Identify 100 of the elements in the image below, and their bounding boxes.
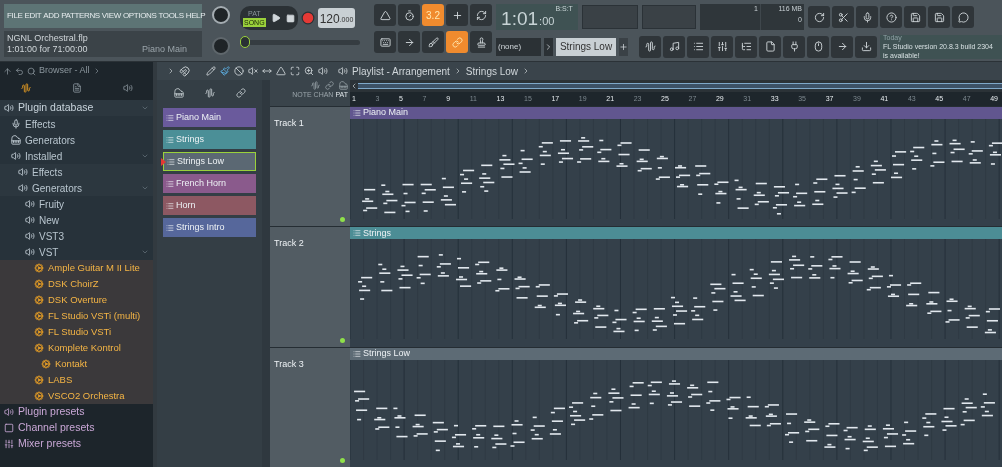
waveform-icon[interactable] <box>204 87 215 98</box>
plus-icon[interactable] <box>619 37 628 56</box>
stop-icon[interactable] <box>285 13 295 23</box>
pattern-item[interactable]: Strings <box>163 130 256 149</box>
pattern-item[interactable]: Horn <box>163 196 256 215</box>
export-button[interactable] <box>928 6 950 29</box>
pattern-item[interactable]: Piano Main <box>163 108 256 127</box>
vertical-scrollbar[interactable] <box>262 80 270 467</box>
paint-icon[interactable] <box>220 66 230 76</box>
track-led-icon[interactable] <box>340 217 345 223</box>
track-header[interactable]: Track 2 <box>270 227 350 347</box>
channel-rack-button[interactable] <box>687 35 709 58</box>
record-icon[interactable] <box>300 11 315 25</box>
arrow-button[interactable] <box>831 35 853 58</box>
slide-button[interactable] <box>422 31 444 53</box>
tree-item[interactable]: Plugin database <box>0 100 153 116</box>
menu-item[interactable]: EDIT <box>24 10 42 22</box>
clip-header[interactable]: Strings Low <box>350 347 1002 360</box>
wait-button[interactable] <box>398 4 420 26</box>
menu-item[interactable]: PATTERNS <box>61 10 100 22</box>
chevron-icon[interactable] <box>167 67 175 75</box>
track-header[interactable]: Track 1 <box>270 107 350 227</box>
clip-header[interactable]: Piano Main <box>350 107 1002 119</box>
back-icon[interactable] <box>15 66 24 76</box>
mixer-button[interactable] <box>711 35 733 58</box>
chat-button[interactable] <box>952 6 974 29</box>
help-button[interactable] <box>880 6 902 29</box>
link-icon[interactable] <box>235 87 246 98</box>
tree-item[interactable]: VST3 <box>0 228 153 244</box>
piano-roll-button[interactable] <box>663 35 685 58</box>
tree-item[interactable]: FL Studio VSTi (multi) <box>0 308 153 324</box>
position-slider[interactable] <box>240 36 360 48</box>
tree-item[interactable]: VSCO2 Orchestra <box>0 388 153 404</box>
menu-item[interactable]: VIEW <box>101 10 121 22</box>
clip-header[interactable]: Strings <box>350 227 1002 240</box>
channel-selector[interactable]: (none) <box>496 37 541 56</box>
tree-item[interactable]: Effects <box>0 164 153 180</box>
menu-item[interactable]: OPTIONS <box>122 10 157 22</box>
loop-record-button[interactable] <box>470 4 492 26</box>
scroll-left-icon[interactable] <box>350 82 358 90</box>
tree-item[interactable]: Effects <box>0 116 153 132</box>
tree-item[interactable]: Generators <box>0 180 153 196</box>
tree-item[interactable]: DSK ChoirZ <box>0 276 153 292</box>
play-icon[interactable] <box>270 13 281 23</box>
keyboard-icon[interactable] <box>339 81 348 90</box>
pencil-icon[interactable] <box>206 66 216 76</box>
tree-item[interactable]: DSK Overture <box>0 292 153 308</box>
pattern-selector[interactable]: Strings Low <box>556 37 616 56</box>
slice-icon[interactable] <box>276 66 286 76</box>
track-led-icon[interactable] <box>340 337 345 343</box>
mouse-button[interactable] <box>807 35 829 58</box>
save-button[interactable] <box>904 6 926 29</box>
zoom-icon[interactable] <box>304 66 314 76</box>
menu-item[interactable]: FILE <box>7 10 23 22</box>
file-button[interactable] <box>759 35 781 58</box>
speaker-icon[interactable] <box>338 66 348 76</box>
pattern-item[interactable]: Strings Intro <box>163 218 256 237</box>
blend-button[interactable] <box>446 4 468 26</box>
select-icon[interactable] <box>290 66 300 76</box>
mute-icon[interactable] <box>248 66 258 76</box>
tree-item[interactable]: Generators <box>0 132 153 148</box>
microphone-button[interactable] <box>856 6 878 29</box>
pitch-knob[interactable] <box>212 36 230 55</box>
tree-item[interactable]: Installed <box>0 148 153 164</box>
menu-item[interactable]: HELP <box>185 10 206 22</box>
magnet-icon[interactable] <box>179 65 190 77</box>
overview-scrollbar[interactable] <box>358 83 1002 89</box>
plugin-button[interactable] <box>783 35 805 58</box>
playback-icon[interactable] <box>318 66 328 76</box>
step-button[interactable] <box>398 31 420 53</box>
speaker-icon[interactable] <box>122 83 133 93</box>
waveform-icon[interactable] <box>311 81 320 90</box>
track-led-icon[interactable] <box>340 458 345 463</box>
delete-icon[interactable] <box>234 66 244 76</box>
tree-item[interactable]: New <box>0 212 153 228</box>
tree-item[interactable]: Kontakt <box>0 356 153 372</box>
tree-item[interactable]: VST <box>0 244 153 260</box>
stamp-button[interactable] <box>470 31 492 53</box>
playlist-button[interactable] <box>639 35 661 58</box>
menu-item[interactable]: TOOLS <box>158 10 184 22</box>
chevron-icon[interactable] <box>544 37 553 56</box>
pattern-item[interactable]: Strings Low <box>163 152 256 171</box>
tree-item[interactable]: FL Studio VSTi <box>0 324 153 340</box>
search-icon[interactable] <box>27 66 36 76</box>
keyboard-icon[interactable] <box>173 87 184 98</box>
tree-item[interactable]: Komplete Kontrol <box>0 340 153 356</box>
cut-button[interactable] <box>832 6 854 29</box>
menu-item[interactable]: ADD <box>43 10 60 22</box>
pattern-item[interactable]: French Horn <box>163 174 256 193</box>
link-icon[interactable] <box>325 81 334 90</box>
waveform-icon[interactable] <box>20 83 31 93</box>
tree-item[interactable]: Ample Guitar M II Lite <box>0 260 153 276</box>
slip-icon[interactable] <box>262 66 272 76</box>
volume-knob[interactable] <box>212 6 230 25</box>
up-icon[interactable] <box>3 66 12 76</box>
project-tree-button[interactable] <box>735 35 757 58</box>
track-header[interactable]: Track 3 <box>270 347 350 467</box>
tree-item[interactable]: LABS <box>0 372 153 388</box>
file-icon[interactable] <box>71 83 82 93</box>
metronome-button[interactable] <box>374 4 396 26</box>
